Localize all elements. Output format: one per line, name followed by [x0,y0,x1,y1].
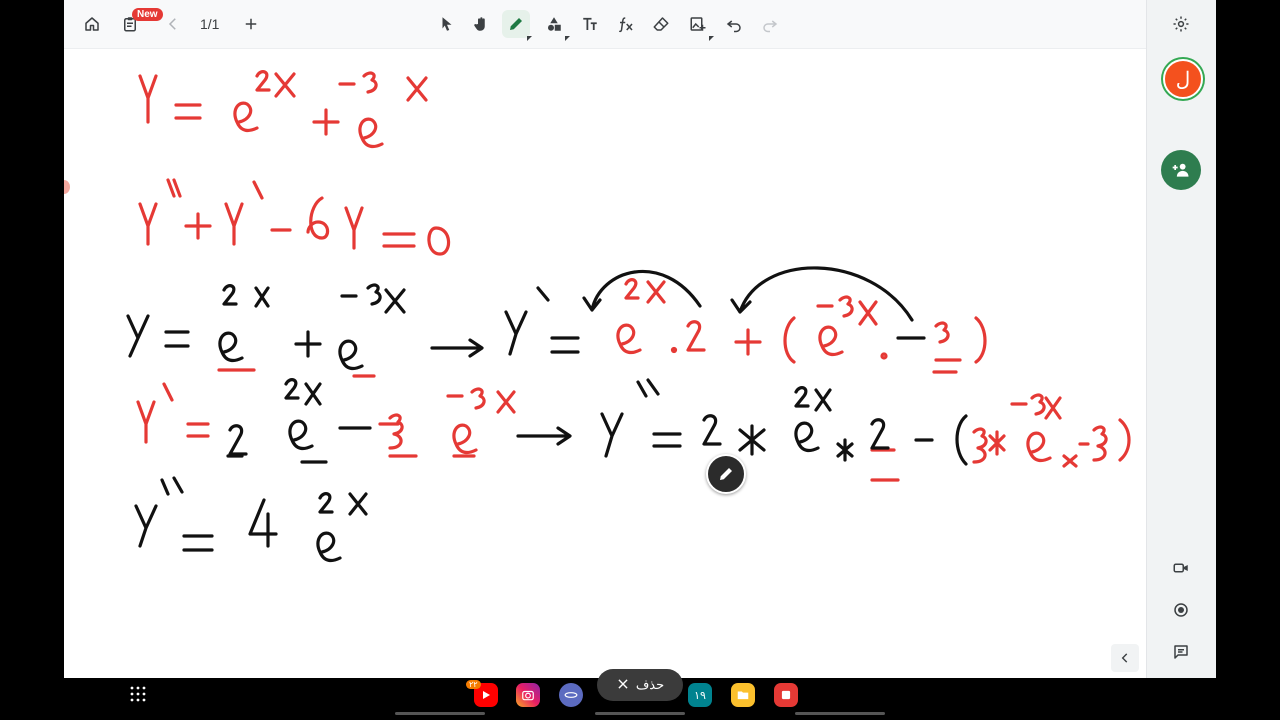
redo-icon[interactable] [756,10,784,38]
new-badge: New [132,8,163,21]
pen-cursor-icon [706,454,746,494]
shapes-icon[interactable] [540,10,570,41]
select-arrow-icon[interactable] [433,10,461,38]
nav-indicator [795,712,885,715]
ink-line-3-black [126,266,926,371]
ink-line-3-red [217,278,987,378]
formula-icon[interactable] [612,10,640,38]
ink-line-1 [138,70,428,149]
text-icon[interactable] [576,10,604,38]
eraser-icon[interactable] [647,10,675,38]
right-rail: ل [1146,0,1216,678]
drawing-canvas[interactable] [64,48,1146,678]
chevron-left-icon [1121,653,1128,663]
ink-line-5 [134,476,368,563]
nav-indicator [395,712,485,715]
delete-toast[interactable]: حذف [597,669,683,701]
video-icon[interactable] [1167,554,1195,582]
avatar[interactable]: ل [1163,59,1203,99]
notes-app-icon[interactable] [774,683,798,707]
page-indicator: 1/1 [200,16,220,32]
calendar-app-icon[interactable]: ١٩ [688,683,712,707]
whiteboard-app: New 1/1 ل [64,0,1216,678]
collapse-panel-button[interactable] [1111,644,1139,672]
chat-icon[interactable] [1167,638,1195,666]
image-icon[interactable] [684,10,714,41]
toast-label: حذف [635,677,665,692]
ink-line-2 [138,178,451,256]
add-page-icon[interactable] [237,10,265,38]
browser-icon[interactable] [559,683,583,707]
chevron-left-icon[interactable] [159,10,187,38]
files-app-icon[interactable] [731,683,755,707]
pen-icon[interactable] [502,10,532,41]
close-icon[interactable] [616,677,630,694]
apps-grid-icon[interactable] [130,686,146,702]
ink-line-4-black [226,378,968,466]
undo-icon[interactable] [720,10,748,38]
record-icon[interactable] [1167,596,1195,624]
add-people-icon [1172,163,1189,177]
settings-icon[interactable] [1167,10,1195,38]
camera-app-icon[interactable] [516,683,540,707]
youtube-badge: ٢٢ [466,680,481,689]
nav-indicator [595,712,685,715]
handwriting-layer [126,70,1131,563]
top-toolbar: New 1/1 [64,0,1146,49]
hand-icon[interactable] [467,10,495,38]
home-icon[interactable] [78,10,106,38]
add-people-button[interactable] [1161,150,1201,190]
